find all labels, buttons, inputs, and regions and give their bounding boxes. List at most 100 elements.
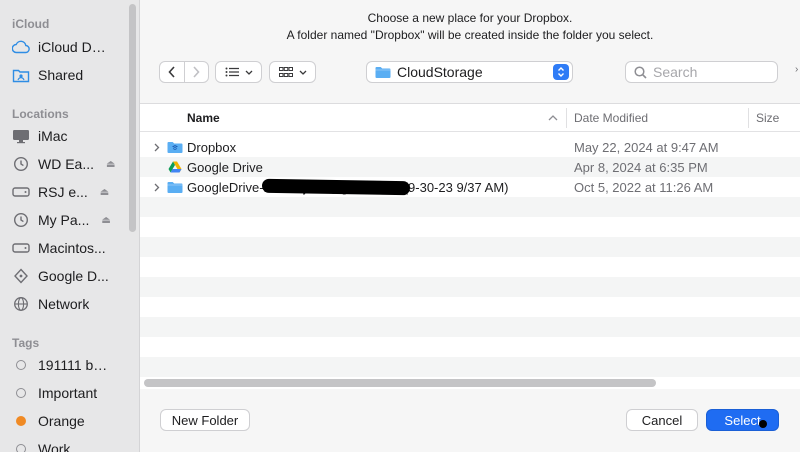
sidebar-item-icloud-drive[interactable]: iCloud Dri... [10,35,126,59]
sidebar-item-label: Google D... [38,268,109,284]
folder-icon [375,66,391,78]
list-header: Name Date Modified Size [140,104,800,132]
empty-row [140,197,800,217]
sort-ascending-icon[interactable] [548,104,558,132]
location-label: CloudStorage [397,64,483,80]
sidebar-item-rsj[interactable]: RSJ e... ⏏ [10,180,126,204]
dropbox-folder-icon [167,139,183,155]
empty-row [140,317,800,337]
sidebar-item-google-drive[interactable]: Google D... [10,264,126,288]
sidebar-tag-work[interactable]: Work [10,437,126,452]
google-drive-icon [167,159,183,175]
file-date: Oct 5, 2022 at 11:26 AM [574,179,714,195]
sidebar-section-tags: Tags [12,336,40,350]
column-header-date[interactable]: Date Modified [574,104,648,132]
sidebar-item-my-passport[interactable]: My Pa... ⏏ [10,208,126,232]
tag-dot-icon [12,412,30,430]
chevron-down-icon [299,70,306,75]
cloud-icon [12,38,30,56]
sidebar-item-imac[interactable]: iMac [10,124,126,148]
sidebar-item-label: Orange [38,413,85,429]
chevron-down-icon [245,70,252,75]
tag-dot-icon [12,440,30,452]
new-folder-button[interactable]: New Folder [160,409,250,431]
empty-row [140,237,800,257]
disclosure-triangle-icon[interactable] [154,137,164,157]
file-date: May 22, 2024 at 9:47 AM [574,139,719,155]
empty-row [140,257,800,277]
file-name: Google Drive [187,159,263,175]
time-machine-icon [12,155,30,173]
navigation-buttons [159,61,209,83]
tag-dot-icon [12,384,30,402]
empty-row [140,357,800,377]
search-icon [634,65,647,79]
sidebar-item-shared[interactable]: Shared [10,63,126,87]
table-row[interactable]: GoogleDrive-richardjeffe@gmail.com (9-30… [140,177,800,197]
sidebar-section-locations: Locations [12,107,69,121]
column-header-name[interactable]: Name [187,104,220,132]
drive-icon [12,239,30,257]
eject-icon[interactable]: ⏏ [106,159,115,170]
file-rows: Dropbox May 22, 2024 at 9:47 AM Google D… [140,137,800,377]
cancel-button[interactable]: Cancel [626,409,698,431]
sidebar-item-label: Work [38,441,71,452]
time-machine-icon [12,211,30,229]
table-row[interactable]: Google Drive Apr 8, 2024 at 6:35 PM [140,157,800,177]
prompt-line-1: Choose a new place for your Dropbox. [367,11,573,25]
drive-icon [12,267,30,285]
cursor-icon [759,420,767,428]
network-icon [12,295,30,313]
sidebar-tag-important[interactable]: Important [10,381,126,405]
chevron-right-icon [193,66,201,78]
view-mode-list-button[interactable] [215,61,262,83]
sidebar-tag-191111[interactable]: 191111 ba... [10,353,126,377]
empty-row [140,337,800,357]
list-view-icon [225,67,239,77]
sidebar-item-label: Shared [38,67,84,83]
prompt-line-2: A folder named "Dropbox" will be created… [286,28,654,42]
dialog-prompt: Choose a new place for your Dropbox. A f… [140,10,800,44]
redaction-mark [261,178,411,196]
shared-folder-icon [12,66,30,84]
disclosure-triangle-icon[interactable] [154,177,164,197]
table-row[interactable]: Dropbox May 22, 2024 at 9:47 AM [140,137,800,157]
sidebar: iCloud iCloud Dri... Shared Locations iM… [0,0,140,452]
eject-icon[interactable]: ⏏ [100,187,109,198]
eject-icon[interactable]: ⏏ [101,215,110,226]
forward-button[interactable] [183,62,208,82]
sidebar-item-macintosh[interactable]: Macintos... [10,236,126,260]
sidebar-item-wd[interactable]: WD Ea... ⏏ [10,152,126,176]
column-header-size[interactable]: Size [756,104,779,132]
sidebar-item-label: Important [38,385,98,401]
search-input[interactable] [653,64,763,80]
group-view-button[interactable] [269,61,316,83]
sidebar-scrollbar[interactable] [129,4,136,232]
sidebar-item-label: RSJ e... [38,184,88,200]
select-button[interactable]: Select [706,409,779,431]
computer-icon [12,127,30,145]
empty-row [140,277,800,297]
location-popup[interactable]: CloudStorage [366,61,573,83]
column-divider[interactable] [748,108,749,128]
sidebar-item-label: Macintos... [38,240,106,256]
empty-row [140,297,800,317]
sidebar-item-label: iCloud Dri... [38,39,110,55]
sidebar-tag-orange[interactable]: Orange [10,409,126,433]
toolbar-overflow-icon[interactable]: › [795,64,798,75]
file-name: Dropbox [187,139,237,155]
search-field[interactable] [625,61,778,83]
sidebar-item-network[interactable]: Network [10,292,126,316]
horizontal-scrollbar[interactable] [144,379,656,387]
sidebar-item-label: 191111 ba... [38,357,110,373]
up-down-chevron-icon [553,64,569,80]
sidebar-item-label: WD Ea... [38,156,95,172]
file-date: Apr 8, 2024 at 6:35 PM [574,159,708,175]
drive-icon [12,183,30,201]
back-button[interactable] [160,62,184,82]
sidebar-section-icloud: iCloud [12,17,50,31]
file-list: Name Date Modified Size Dropbox May 22, … [140,103,800,389]
column-divider[interactable] [566,108,567,128]
empty-row [140,217,800,237]
grid-view-icon [278,66,293,77]
